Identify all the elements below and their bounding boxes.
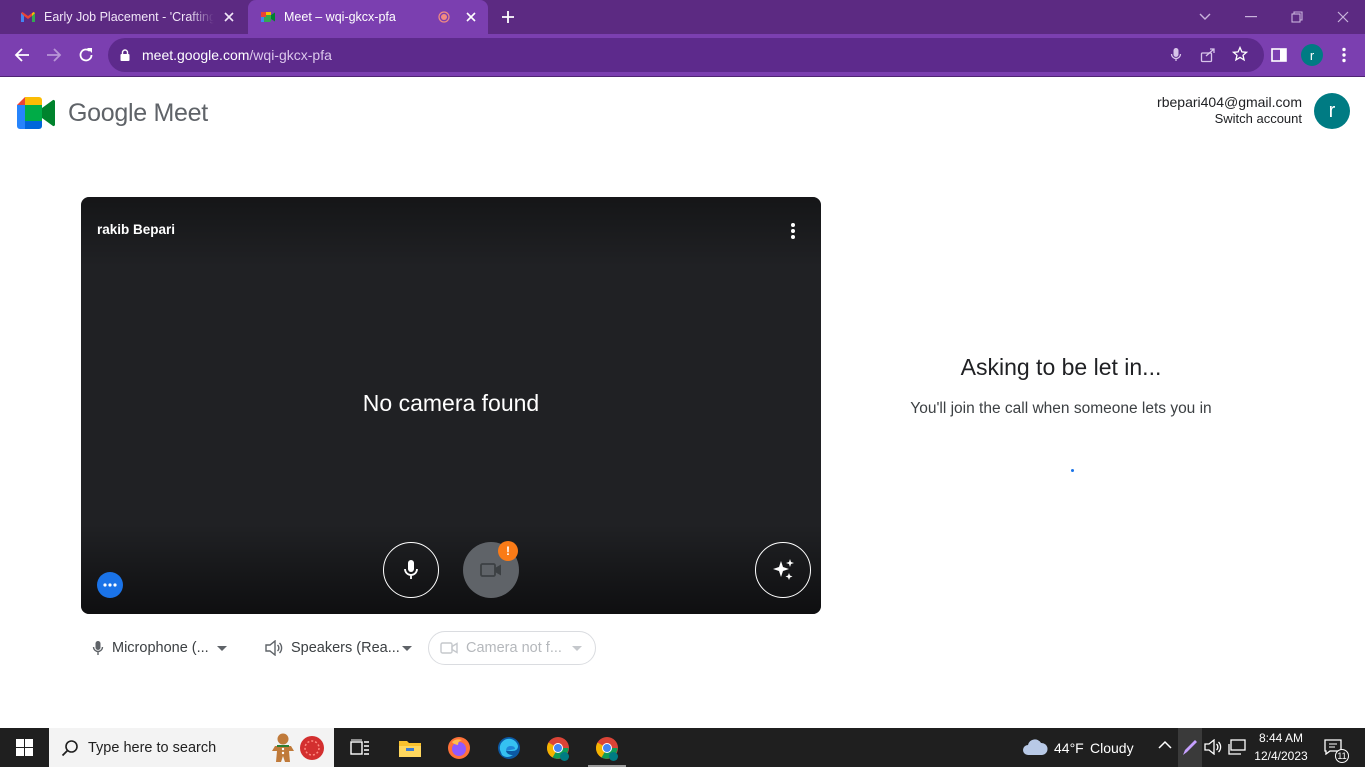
cloudy-weather-icon[interactable]	[1022, 738, 1048, 756]
firefox-icon[interactable]	[443, 732, 475, 764]
preview-top-shade	[81, 197, 821, 267]
microphone-in-use-icon[interactable]	[1170, 47, 1182, 63]
close-icon[interactable]	[222, 10, 236, 24]
camera-label: Camera not f...	[466, 640, 562, 656]
tab-title: Early Job Placement - 'Crafting your	[44, 10, 214, 24]
camera-warning-badge: !	[498, 541, 518, 561]
restore-icon[interactable]	[1274, 0, 1320, 34]
lobby-subtitle: You'll join the call when someone lets y…	[910, 400, 1212, 417]
participant-name: rakib Bepari	[97, 222, 176, 237]
chevron-down-icon	[571, 645, 582, 651]
profile-avatar[interactable]: r	[1298, 41, 1326, 69]
share-icon[interactable]	[1200, 47, 1216, 63]
bookmark-star-icon[interactable]	[1232, 46, 1248, 62]
microphone-toggle-button[interactable]	[383, 542, 439, 598]
tab-meet[interactable]: Meet – wqi-gkcx-pfa	[248, 0, 488, 34]
file-explorer-icon[interactable]	[394, 732, 426, 764]
tab-title: Meet – wqi-gkcx-pfa	[284, 10, 396, 24]
clock-date[interactable]: 12/4/2023	[1252, 749, 1310, 763]
microphone-icon	[403, 559, 419, 581]
microphone-label: Microphone (...	[112, 640, 209, 656]
side-panel-icon[interactable]	[1265, 41, 1293, 69]
chevron-down-icon	[216, 645, 227, 651]
tab-search-icon[interactable]	[1182, 0, 1228, 34]
recording-indicator-icon	[438, 11, 450, 23]
microphone-icon	[92, 640, 104, 656]
camera-icon	[440, 641, 458, 655]
task-view-icon[interactable]	[344, 732, 376, 764]
reload-icon[interactable]	[72, 41, 100, 69]
gingerbread-search-highlight-icon[interactable]	[269, 732, 297, 764]
windows-logo-icon	[15, 739, 33, 756]
chrome-profile-badge	[560, 752, 569, 761]
loading-spinner-icon	[1071, 469, 1074, 472]
more-vert-icon[interactable]	[1330, 41, 1358, 69]
tab-strip: Early Job Placement - 'Crafting your Mee…	[0, 0, 1365, 34]
network-icon[interactable]	[1228, 739, 1246, 755]
more-options-icon[interactable]	[781, 219, 805, 243]
camera-select[interactable]: Camera not f...	[428, 631, 596, 665]
speaker-select[interactable]: Speakers (Rea...	[265, 631, 412, 665]
clock-time[interactable]: 8:44 AM	[1252, 731, 1310, 745]
toolbar-divider	[0, 76, 1365, 77]
chevron-down-icon	[401, 645, 412, 651]
no-camera-message: No camera found	[362, 390, 540, 416]
google-meet-logo[interactable]	[17, 97, 55, 129]
visual-effects-button[interactable]	[755, 542, 811, 598]
url-host: meet.google.com	[142, 47, 250, 63]
switch-account-link[interactable]: Switch account	[1215, 111, 1302, 126]
video-preview: rakib Bepari No camera found !	[81, 197, 821, 614]
weather-temperature[interactable]: 44°F	[1054, 740, 1084, 756]
lock-icon[interactable]	[120, 49, 130, 61]
search-icon	[61, 739, 79, 757]
chrome-profile-badge	[609, 752, 618, 761]
chrome-profile-icon[interactable]	[591, 732, 623, 764]
tab-gmail[interactable]: Early Job Placement - 'Crafting your	[8, 0, 246, 34]
back-icon[interactable]	[8, 41, 36, 69]
start-button[interactable]	[0, 728, 48, 767]
speaker-icon	[265, 640, 283, 656]
profile-initial: r	[1301, 44, 1323, 66]
close-window-icon[interactable]	[1320, 0, 1365, 34]
search-placeholder: Type here to search	[88, 740, 217, 756]
preview-bottom-shade	[81, 524, 821, 614]
more-options-button[interactable]	[97, 572, 123, 598]
browser-toolbar: meet.google.com/wqi-gkcx-pfa r	[0, 34, 1365, 76]
url-text: meet.google.com/wqi-gkcx-pfa	[142, 47, 332, 63]
chevron-up-icon[interactable]	[1158, 740, 1172, 750]
minimize-icon[interactable]	[1228, 0, 1274, 34]
url-path: /wqi-gkcx-pfa	[249, 47, 332, 63]
new-tab-button[interactable]	[500, 9, 516, 25]
product-name: Google Meet	[68, 99, 208, 127]
account-email: rbepari404@gmail.com	[1157, 94, 1302, 110]
speaker-label: Speakers (Rea...	[291, 640, 400, 656]
taskbar: Type here to search 44°F Cloudy 8:44 AM …	[0, 728, 1365, 767]
microphone-select[interactable]: Microphone (...	[92, 631, 227, 665]
meet-icon	[260, 10, 276, 24]
address-bar[interactable]: meet.google.com/wqi-gkcx-pfa	[108, 38, 1264, 72]
chrome-icon[interactable]	[542, 732, 574, 764]
camera-icon	[480, 562, 502, 578]
pen-workspace-icon[interactable]	[1178, 728, 1202, 767]
forward-icon[interactable]	[40, 41, 68, 69]
taskbar-search[interactable]: Type here to search	[49, 728, 334, 767]
account-avatar[interactable]: r	[1314, 93, 1350, 129]
notification-count-badge: 11	[1335, 749, 1349, 763]
close-icon[interactable]	[464, 10, 478, 24]
volume-icon[interactable]	[1204, 739, 1222, 755]
gmail-icon	[20, 11, 36, 23]
edge-icon[interactable]	[493, 732, 525, 764]
weather-condition[interactable]: Cloudy	[1090, 740, 1134, 756]
lobby-title: Asking to be let in...	[960, 354, 1162, 380]
sparkle-icon	[771, 558, 795, 582]
ornament-icon	[299, 735, 325, 761]
